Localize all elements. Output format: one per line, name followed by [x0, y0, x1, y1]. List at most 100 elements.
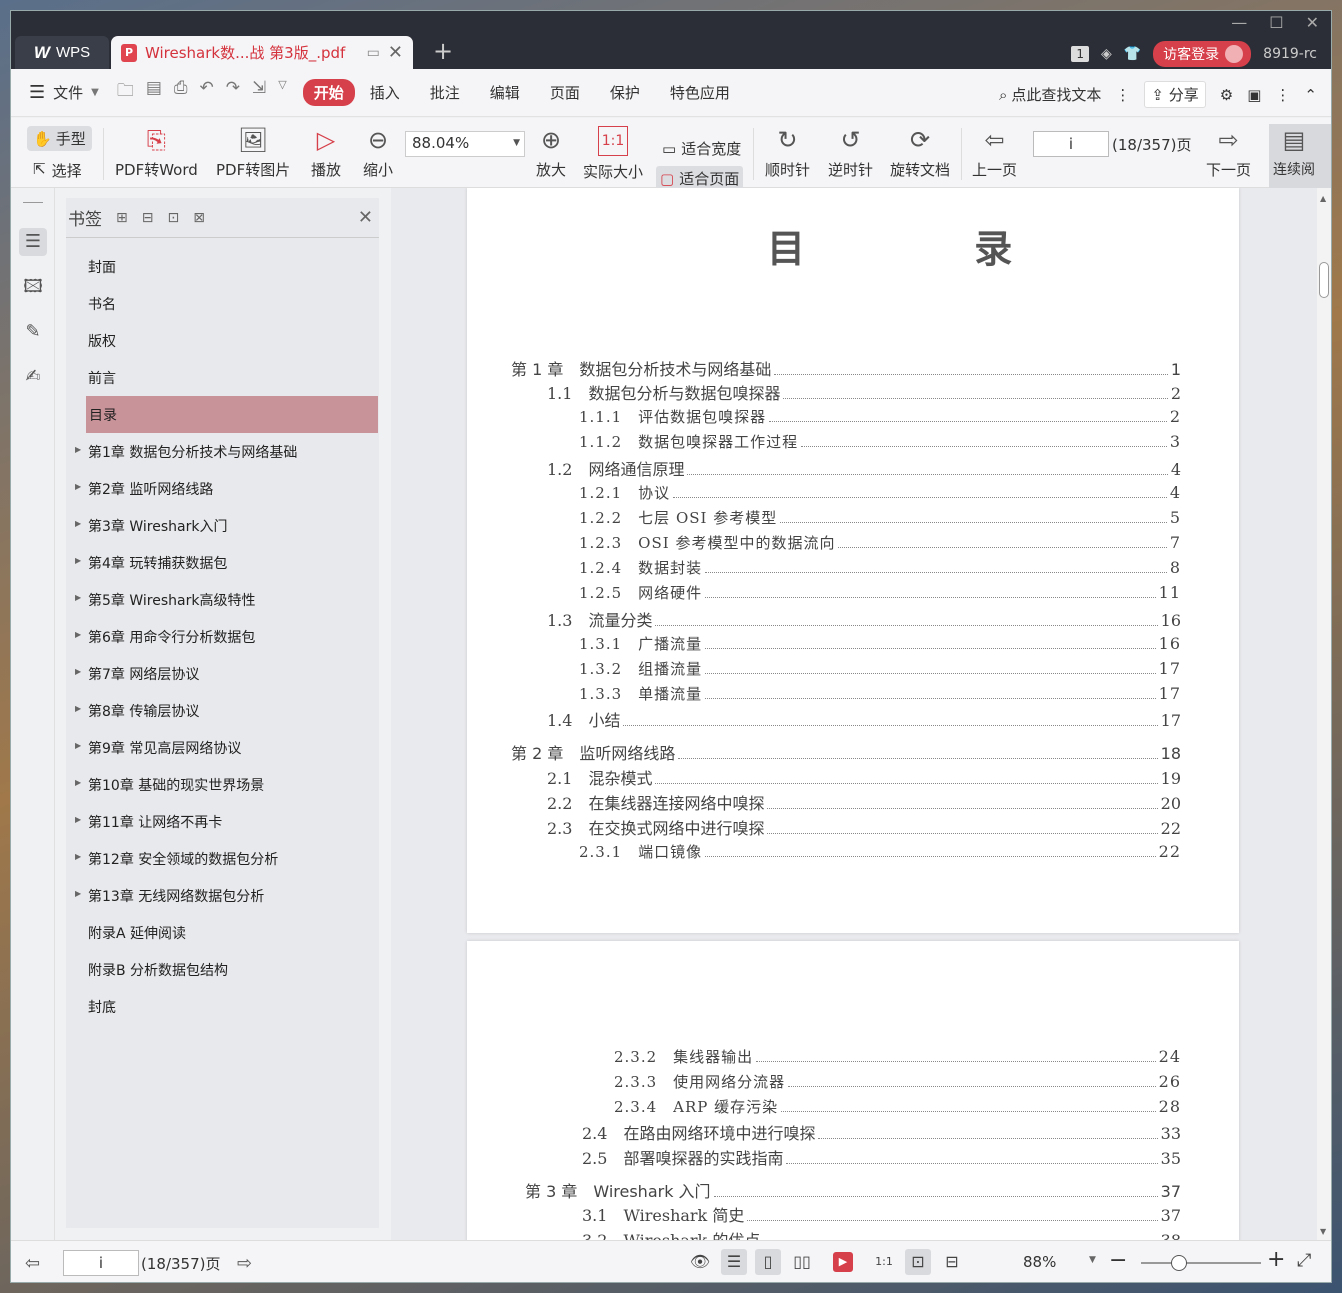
zoom-out-status-icon[interactable]: −: [1109, 1248, 1127, 1273]
more-dropdown-icon[interactable]: ▽: [278, 78, 286, 107]
bookmark-item[interactable]: ▶ 第9章 常见高层网络协议: [66, 729, 379, 766]
open-folder-icon[interactable]: 🗀: [117, 78, 134, 107]
zoom-out-button[interactable]: ⊖ 缩小: [363, 126, 393, 180]
bookmark-item[interactable]: ▶ 第3章 Wireshark入门: [66, 507, 379, 544]
expand-arrow-icon[interactable]: ▶: [75, 667, 81, 676]
minimize-button[interactable]: —: [1231, 13, 1247, 32]
toc-entry[interactable]: 1.2.4 数据封装 8: [579, 557, 1181, 578]
toc-entry[interactable]: 2.3.2 集线器输出 24: [614, 1046, 1181, 1067]
export-icon[interactable]: ⇲: [252, 78, 266, 107]
skin-icon[interactable]: ◈: [1101, 46, 1112, 62]
share-button[interactable]: ⇪ 分享: [1144, 81, 1206, 108]
status-prev-page-icon[interactable]: ⇦: [25, 1253, 40, 1274]
toc-entry[interactable]: 3.1 Wireshark 简史 37: [582, 1202, 1181, 1226]
bookmark-item[interactable]: 附录A 延伸阅读: [66, 914, 379, 951]
more-options-icon[interactable]: ⋮: [1275, 86, 1290, 104]
toc-entry[interactable]: 2.3.1 端口镜像 22: [579, 841, 1181, 862]
scroll-down-arrow-icon[interactable]: ▼: [1320, 1227, 1326, 1236]
bookmark-item[interactable]: 版权: [66, 322, 379, 359]
expand-arrow-icon[interactable]: ▶: [75, 852, 81, 861]
vertical-scrollbar[interactable]: ▲ ▼: [1317, 188, 1331, 1240]
toc-entry[interactable]: 1.1.1 评估数据包嗅探器 2: [579, 406, 1181, 427]
add-bookmark-icon[interactable]: ⊡: [167, 210, 179, 226]
rotate-clockwise-button[interactable]: ↻ 顺时针: [765, 126, 810, 180]
toc-entry[interactable]: 2.5 部署嗅探器的实践指南 35: [582, 1145, 1181, 1169]
continuous-read-button[interactable]: ▤ 连续阅: [1269, 124, 1331, 188]
bookmark-item[interactable]: 附录B 分析数据包结构: [66, 951, 379, 988]
toc-entry[interactable]: 1.2.5 网络硬件 11: [579, 582, 1181, 603]
document-tab[interactable]: P Wireshark数...战 第3版_.pdf ▭ ✕: [111, 36, 413, 69]
expand-arrow-icon[interactable]: ▶: [75, 704, 81, 713]
annotation-icon[interactable]: ✎: [19, 318, 47, 346]
zoom-select[interactable]: 88.04% ▼: [405, 131, 525, 157]
undo-icon[interactable]: ↶: [200, 78, 214, 107]
close-panel-icon[interactable]: ✕: [358, 207, 373, 228]
toc-entry[interactable]: 1.2.2 七层 OSI 参考模型 5: [579, 507, 1181, 528]
menu-tab-protect[interactable]: 保护: [595, 79, 655, 106]
thumbnail-icon[interactable]: 🖾: [19, 273, 47, 301]
signature-icon[interactable]: ✍: [19, 363, 47, 391]
bookmark-item[interactable]: ▶ 第8章 传输层协议: [66, 692, 379, 729]
toc-entry[interactable]: 1.2.3 OSI 参考模型中的数据流向 7: [579, 532, 1181, 553]
expand-arrow-icon[interactable]: ▶: [75, 519, 81, 528]
bookmark-item[interactable]: ▶ 第13章 无线网络数据包分析: [66, 877, 379, 914]
chevron-down-icon[interactable]: ▼: [1089, 1255, 1096, 1265]
toc-entry[interactable]: 2.3.3 使用网络分流器 26: [614, 1071, 1181, 1092]
toc-entry[interactable]: 1.3.3 单播流量 17: [579, 683, 1181, 704]
toc-entry[interactable]: 1.3 流量分类 16: [547, 607, 1181, 631]
toc-entry[interactable]: 3.2 Wireshark 的优点 38: [582, 1227, 1181, 1240]
search-icon[interactable]: ⌕: [999, 86, 1007, 104]
menu-tab-insert[interactable]: 插入: [355, 79, 415, 106]
print-icon[interactable]: ⎙: [174, 78, 188, 107]
toc-entry[interactable]: 2.2 在集线器连接网络中嗅探 20: [547, 790, 1181, 814]
continuous-view-icon[interactable]: ☰: [721, 1249, 747, 1275]
expand-all-icon[interactable]: ⊞: [116, 210, 128, 226]
play-button[interactable]: ▷ 播放: [311, 126, 341, 180]
pdf-to-word-button[interactable]: ⎘ PDF转Word: [115, 126, 198, 180]
play-slideshow-icon[interactable]: ▶: [833, 1252, 853, 1272]
redo-icon[interactable]: ↷: [226, 78, 240, 107]
wps-home-tab[interactable]: W WPS: [15, 36, 109, 69]
zoom-in-status-icon[interactable]: +: [1267, 1247, 1285, 1272]
fit-width-status-icon[interactable]: ⊟: [939, 1249, 965, 1275]
menu-tab-start[interactable]: 开始: [302, 79, 355, 106]
bookmark-item[interactable]: ▶ 第4章 玩转捕获数据包: [66, 544, 379, 581]
previous-page-button[interactable]: ⇦ 上一页: [972, 126, 1017, 180]
expand-arrow-icon[interactable]: ▶: [75, 556, 81, 565]
new-tab-button[interactable]: +: [433, 37, 453, 65]
toc-entry[interactable]: 2.4 在路由网络环境中进行嗅探 33: [582, 1120, 1181, 1144]
expand-arrow-icon[interactable]: ▶: [75, 482, 81, 491]
bookmark-item[interactable]: 前言: [66, 359, 379, 396]
toc-entry[interactable]: 第 2 章监听网络线路 18: [511, 740, 1181, 764]
status-page-input[interactable]: i: [63, 1250, 139, 1276]
feedback-icon[interactable]: ▣: [1247, 86, 1261, 104]
bookmark-item[interactable]: ▶ 第11章 让网络不再卡: [66, 803, 379, 840]
bookmark-item[interactable]: ▶ 第6章 用命令行分析数据包: [66, 618, 379, 655]
bookmark-item[interactable]: 书名: [66, 285, 379, 322]
zoom-slider-knob[interactable]: [1171, 1255, 1188, 1271]
bookmark-item[interactable]: ▶ 第5章 Wireshark高级特性: [66, 581, 379, 618]
find-text-button[interactable]: 点此查找文本: [1011, 84, 1101, 105]
bookmark-item[interactable]: 目录: [86, 396, 378, 433]
bookmark-item[interactable]: 封面: [66, 248, 379, 285]
bookmark-item[interactable]: ▶ 第12章 安全领域的数据包分析: [66, 840, 379, 877]
rotate-counterclockwise-button[interactable]: ↺ 逆时针: [828, 126, 873, 180]
bookmark-list-icon[interactable]: ☰: [19, 228, 47, 256]
expand-arrow-icon[interactable]: ▶: [75, 445, 81, 454]
toc-entry[interactable]: 1.3.1 广播流量 16: [579, 633, 1181, 654]
maximize-button[interactable]: ☐: [1269, 13, 1283, 32]
actual-size-status-icon[interactable]: 1:1: [871, 1249, 897, 1275]
actual-size-button[interactable]: 1:1 实际大小: [583, 126, 643, 182]
expand-arrow-icon[interactable]: ▶: [75, 778, 81, 787]
menu-tab-edit[interactable]: 编辑: [475, 79, 535, 106]
zoom-in-button[interactable]: ⊕ 放大: [536, 126, 566, 180]
fullscreen-icon[interactable]: ⤢: [1297, 1250, 1311, 1271]
more-vertical-icon[interactable]: ⋮: [1115, 86, 1130, 104]
status-zoom-value[interactable]: 88%: [1023, 1253, 1056, 1271]
expand-arrow-icon[interactable]: ▶: [75, 593, 81, 602]
toc-entry[interactable]: 第 3 章 Wireshark 入门 37: [525, 1178, 1181, 1202]
toc-entry[interactable]: 2.1 混杂模式 19: [547, 765, 1181, 789]
settings-gear-icon[interactable]: ⚙: [1220, 86, 1233, 104]
hand-tool-button[interactable]: ✋ 手型: [27, 126, 92, 151]
bookmark-options-icon[interactable]: ⊠: [193, 210, 205, 226]
